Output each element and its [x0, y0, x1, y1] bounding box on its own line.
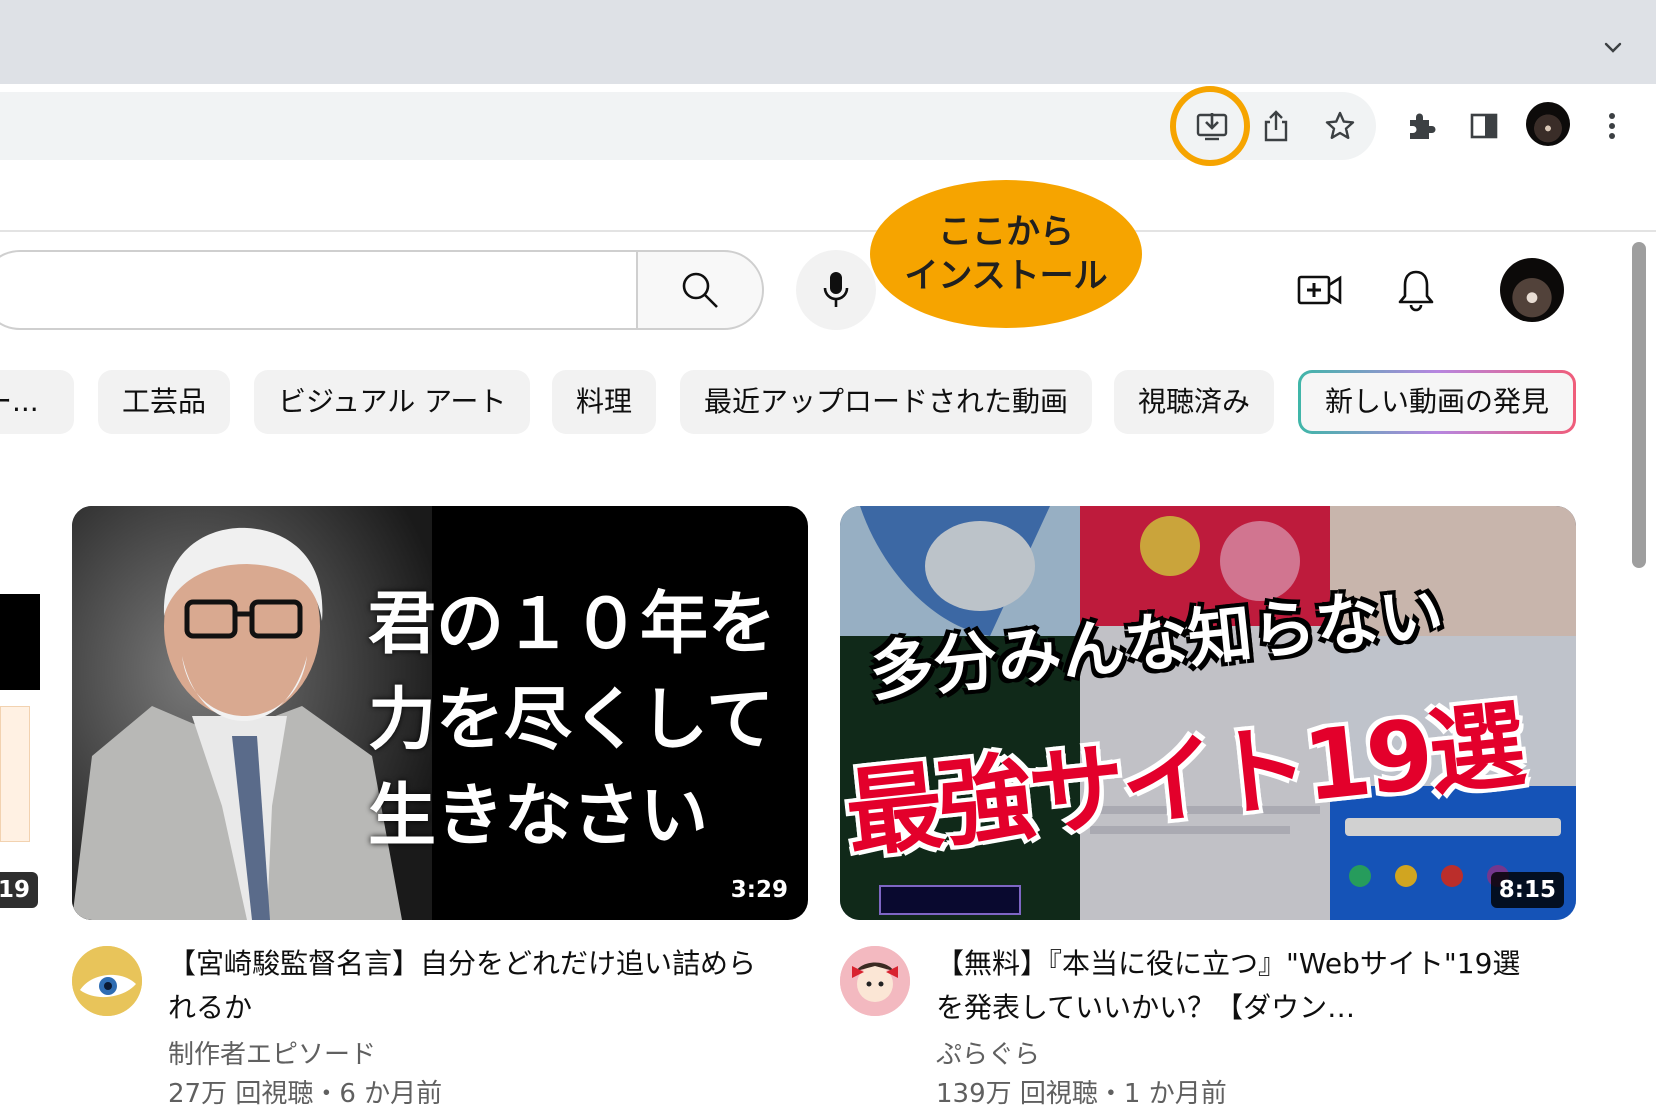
extensions-puzzle-icon[interactable] [1394, 100, 1446, 152]
more-vert-icon[interactable] [1586, 100, 1638, 152]
chevron-down-icon[interactable] [1602, 36, 1624, 58]
share-icon[interactable] [1250, 100, 1302, 152]
video-title[interactable]: 【無料】『本当に役に立つ』"Webサイト"19選を発表していいかい？【ダウン… [936, 942, 1536, 1030]
channel-name[interactable]: ぷらぐら [936, 1036, 1040, 1074]
microphone-icon [823, 272, 849, 307]
profile-avatar[interactable] [1526, 102, 1570, 146]
search-icon [682, 272, 718, 308]
create-video-icon[interactable] [1292, 262, 1348, 318]
bookmark-star-icon[interactable] [1314, 100, 1366, 152]
thumbnail-caption: 君の１０年を 力を尽くして 生きなさい [368, 584, 777, 856]
chip-0[interactable]: ー... [0, 370, 74, 434]
partial-video-thumbnail[interactable]: 19 [0, 506, 40, 920]
bell-icon[interactable] [1388, 262, 1444, 318]
partial-thumb-dark-block [0, 594, 40, 690]
video-meta: 27万 回視聴・6 か月前 [168, 1079, 443, 1109]
callout-text: ここから インストール [904, 212, 1108, 296]
install-highlight-ring [1170, 86, 1250, 166]
video-duration: 8:15 [1490, 872, 1564, 908]
browser-toolbar [0, 84, 1656, 232]
video-meta: 139万 回視聴・1 か月前 [936, 1079, 1227, 1109]
page-scrollbar[interactable] [1632, 242, 1646, 568]
side-panel-icon[interactable] [1458, 100, 1510, 152]
video-duration: 3:29 [722, 872, 796, 908]
chip-recently-uploaded[interactable]: 最近アップロードされた動画 [680, 370, 1093, 434]
screenshot-stage: ここから インストール ー... 工芸品 ビジュアル アート [0, 0, 1656, 1110]
install-callout: ここから インストール [870, 180, 1142, 328]
browser-tab-strip [0, 0, 1656, 84]
chip-watched[interactable]: 視聴済み [1114, 370, 1275, 434]
channel-name[interactable]: 制作者エピソード [168, 1036, 376, 1074]
channel-avatar[interactable] [840, 946, 910, 1016]
partial-thumb-card [0, 706, 30, 842]
account-avatar[interactable] [1500, 258, 1564, 322]
search-button[interactable] [636, 250, 764, 330]
chip-cooking[interactable]: 料理 [552, 370, 657, 434]
chip-new-to-you[interactable]: 新しい動画の発見 [1298, 370, 1576, 434]
partial-video-duration: 19 [0, 872, 39, 908]
chip-crafts[interactable]: 工芸品 [98, 370, 231, 434]
video-thumbnail-2[interactable]: 多分みんな知らない 最強サイト19選 8:15 [840, 506, 1576, 920]
chip-visual-art[interactable]: ビジュアル アート [254, 370, 531, 434]
video-thumbnail-1[interactable]: 君の１０年を 力を尽くして 生きなさい 3:29 [72, 506, 808, 920]
search-input[interactable] [0, 250, 638, 330]
voice-search-button[interactable] [796, 250, 876, 330]
channel-avatar[interactable] [72, 946, 142, 1016]
video-title[interactable]: 【宮崎駿監督名言】自分をどれだけ追い詰められるか [168, 942, 758, 1030]
